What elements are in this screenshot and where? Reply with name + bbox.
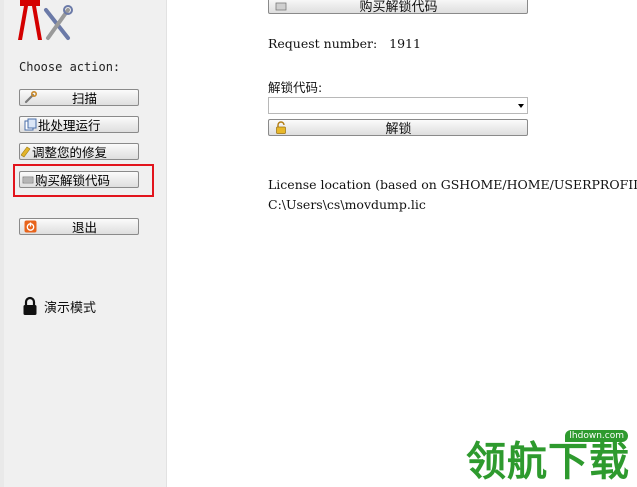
watermark-text: 领航下载	[466, 439, 630, 485]
batch-icon	[23, 118, 37, 131]
choose-action-label: Choose action:	[19, 60, 121, 74]
power-icon	[23, 220, 37, 233]
app-logo-icon	[18, 0, 73, 40]
unlock-code-input[interactable]	[268, 97, 528, 114]
adjust-icon	[21, 145, 31, 158]
buy-unlock-code-main-button[interactable]: 购买解锁代码	[268, 0, 528, 15]
cart-icon	[274, 0, 288, 12]
highlight-box	[13, 164, 154, 197]
dropdown-arrow-icon[interactable]	[518, 104, 524, 108]
request-number-value: 1911	[389, 36, 421, 51]
exit-button[interactable]: 退出	[19, 218, 139, 235]
padlock-icon	[274, 121, 288, 134]
scan-button[interactable]: 扫描	[19, 89, 139, 106]
request-number-row: Request number: 1911	[268, 36, 421, 51]
main-panel: 购买解锁代码 Request number: 1911 解锁代码: 解锁 Lic…	[167, 0, 637, 487]
demo-mode-label: 演示模式	[44, 300, 97, 316]
lock-icon	[23, 296, 37, 315]
license-location-label: License location (based on GSHOME/HOME/U…	[268, 177, 637, 192]
license-path: C:\Users\cs\movdump.lic	[268, 197, 426, 212]
demo-mode-indicator: 演示模式	[22, 296, 96, 316]
batch-run-button[interactable]: 批处理运行	[19, 116, 139, 133]
unlock-button[interactable]: 解锁	[268, 119, 528, 137]
unlock-code-label: 解锁代码:	[268, 80, 323, 95]
wrench-icon	[23, 91, 37, 104]
watermark: lhdown.com 领航下载	[454, 425, 634, 485]
adjust-repair-button[interactable]: 调整您的修复	[19, 143, 139, 160]
request-number-label: Request number:	[268, 36, 378, 51]
sidebar: Choose action: 扫描 批处理运行 调整您的修复 购买解锁代码 退出	[0, 0, 167, 487]
